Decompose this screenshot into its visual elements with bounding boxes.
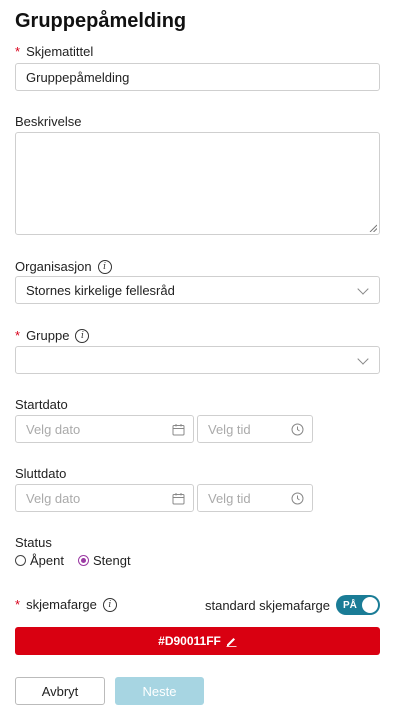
chevron-down-icon: [357, 353, 369, 365]
group-label: * Gruppe i: [15, 328, 90, 343]
description-textarea[interactable]: [15, 132, 380, 235]
description-container: [15, 132, 380, 235]
description-label: Beskrivelse: [15, 114, 82, 129]
clock-icon: [291, 423, 304, 436]
page-title: Gruppepåmelding: [15, 10, 187, 32]
start-date-label: Startdato: [15, 397, 68, 412]
schema-title-label-text: Skjematittel: [26, 44, 94, 59]
end-date-placeholder: Velg dato: [26, 490, 81, 506]
toggle-label: PÅ: [343, 599, 357, 611]
status-label: Status: [15, 535, 52, 550]
schema-color-picker[interactable]: #D90011FF: [15, 627, 380, 655]
start-time-placeholder: Velg tid: [208, 421, 251, 437]
schema-color-label-text: skjemafarge: [26, 597, 97, 612]
calendar-icon: [172, 424, 185, 436]
start-date-input[interactable]: Velg dato: [15, 415, 194, 443]
calendar-icon: [172, 493, 185, 505]
next-button[interactable]: Neste: [115, 677, 204, 705]
end-time-input[interactable]: Velg tid: [197, 484, 313, 512]
group-select[interactable]: [15, 346, 380, 374]
start-date-placeholder: Velg dato: [26, 421, 81, 437]
end-time-placeholder: Velg tid: [208, 490, 251, 506]
clock-icon: [291, 492, 304, 505]
default-color-label: standard skjemafarge: [204, 597, 330, 613]
end-date-label: Sluttdato: [15, 466, 67, 481]
organisation-label-text: Organisasjon: [15, 259, 92, 274]
status-option-open-label[interactable]: Åpent: [30, 553, 64, 568]
cancel-button[interactable]: Avbryt: [15, 677, 105, 705]
start-time-input[interactable]: Velg tid: [197, 415, 313, 443]
info-icon[interactable]: i: [75, 328, 90, 343]
schema-color-label: * skjemafarge i: [15, 597, 117, 612]
required-mark: *: [15, 328, 21, 343]
required-mark: *: [15, 597, 21, 612]
status-radio-group: Åpent Stengt: [15, 553, 131, 568]
info-icon[interactable]: i: [102, 597, 117, 612]
end-date-input[interactable]: Velg dato: [15, 484, 194, 512]
status-radio-open[interactable]: [15, 555, 26, 566]
status-radio-closed[interactable]: [77, 555, 89, 566]
organisation-label: Organisasjon i: [15, 259, 112, 274]
organisation-value: Stornes kirkelige fellesråd: [26, 282, 175, 298]
required-mark: *: [15, 44, 21, 59]
organisation-select[interactable]: Stornes kirkelige fellesråd: [15, 276, 380, 304]
schema-title-label: * Skjematittel: [15, 44, 93, 59]
chevron-down-icon: [357, 283, 369, 295]
pencil-icon: [226, 637, 237, 647]
info-icon[interactable]: i: [97, 259, 112, 274]
default-color-toggle[interactable]: PÅ: [336, 595, 380, 615]
default-color-toggle-row: standard skjemafarge PÅ: [205, 595, 380, 615]
resize-grip-icon[interactable]: [369, 224, 377, 232]
status-option-closed-label[interactable]: Stengt: [93, 553, 131, 568]
group-label-text: Gruppe: [26, 328, 70, 343]
schema-color-value: #D90011FF: [158, 634, 221, 648]
schema-title-input[interactable]: [15, 63, 380, 91]
toggle-knob: [362, 597, 378, 613]
